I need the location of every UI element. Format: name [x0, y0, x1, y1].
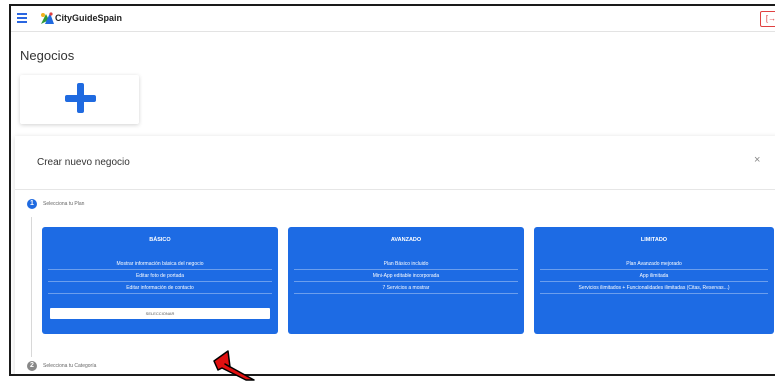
logout-button[interactable]: [→ [760, 11, 775, 27]
step-2-icon[interactable]: 2 [27, 361, 37, 371]
city-logo-icon [41, 12, 54, 24]
page-title: Negocios [20, 48, 75, 63]
step-1-label[interactable]: Selecciona tu Plan [43, 201, 84, 207]
plan-feature: Mostrar información básica del negocio [48, 261, 272, 270]
add-business-button[interactable] [20, 75, 139, 124]
plan-feature: Mini-App editable incorporada [294, 273, 518, 282]
plan-card-avanzado[interactable]: AVANZADO Plan Básico incluido Mini-App e… [288, 227, 524, 334]
plan-feature: App ilimitada [540, 273, 768, 282]
step-1-icon[interactable]: 1 [27, 199, 37, 209]
logout-icon: [→ [765, 14, 775, 23]
plan-name: AVANZADO [390, 237, 422, 243]
annotation-arrow-icon [213, 350, 255, 381]
app-title: CityGuideSpain [55, 13, 123, 23]
plan-feature: Editar foto de portada [48, 273, 272, 282]
plan-card-limitado[interactable]: LIMITADO Plan Avanzado mejorado App ilim… [534, 227, 774, 334]
stepper-connector [31, 217, 32, 357]
plan-feature: Editar información de contacto [48, 285, 272, 294]
step-2-label[interactable]: Selecciona tu Categoría [43, 363, 96, 369]
top-app-bar: CityGuideSpain [→ [11, 6, 775, 32]
plan-feature: Servicios ilimitados + Funcionalidades i… [540, 285, 768, 294]
create-business-dialog: Crear nuevo negocio × 1 Selecciona tu Pl… [15, 136, 775, 374]
plan-feature: 7 Servicios a mostrar [294, 285, 518, 294]
select-plan-button[interactable]: SELECCIONAR [50, 308, 270, 319]
plan-name: LIMITADO [640, 237, 668, 243]
app-window: CityGuideSpain [→ Negocios Crear nuevo n… [9, 4, 775, 376]
plan-name: BÁSICO [149, 237, 171, 243]
hamburger-menu-icon[interactable] [17, 13, 27, 23]
dialog-divider [15, 189, 775, 190]
close-icon[interactable]: × [754, 154, 760, 166]
plan-card-basico[interactable]: BÁSICO Mostrar información básica del ne… [42, 227, 278, 334]
dialog-title: Crear nuevo negocio [37, 157, 130, 168]
plan-feature: Plan Básico incluido [294, 261, 518, 270]
plan-feature: Plan Avanzado mejorado [540, 261, 768, 270]
